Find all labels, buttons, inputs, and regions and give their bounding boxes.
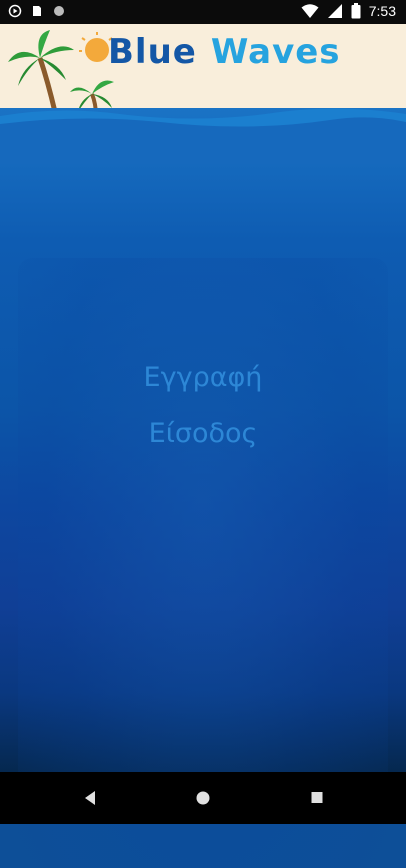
status-time: 7:53 [368, 3, 396, 19]
register-button[interactable]: Εγγραφή [144, 350, 263, 406]
title-waves: Waves [210, 32, 341, 72]
dot-icon [54, 6, 64, 16]
app-title: Blue Waves [108, 32, 341, 72]
recents-icon[interactable] [310, 789, 324, 807]
battery-icon [351, 3, 361, 19]
title-blue: Blue [108, 32, 197, 72]
signal-icon [327, 4, 342, 18]
sim-card-icon [33, 6, 41, 16]
navigation-bar [0, 772, 406, 824]
status-bar: 7:53 [0, 0, 406, 24]
back-icon[interactable] [82, 789, 98, 807]
login-button[interactable]: Είσοδος [149, 406, 258, 462]
wave-crest [0, 108, 406, 164]
main-menu: Εγγραφή Είσοδος [0, 350, 406, 462]
play-circle-icon [8, 4, 22, 18]
wifi-icon [301, 4, 319, 18]
home-icon[interactable] [195, 789, 211, 807]
